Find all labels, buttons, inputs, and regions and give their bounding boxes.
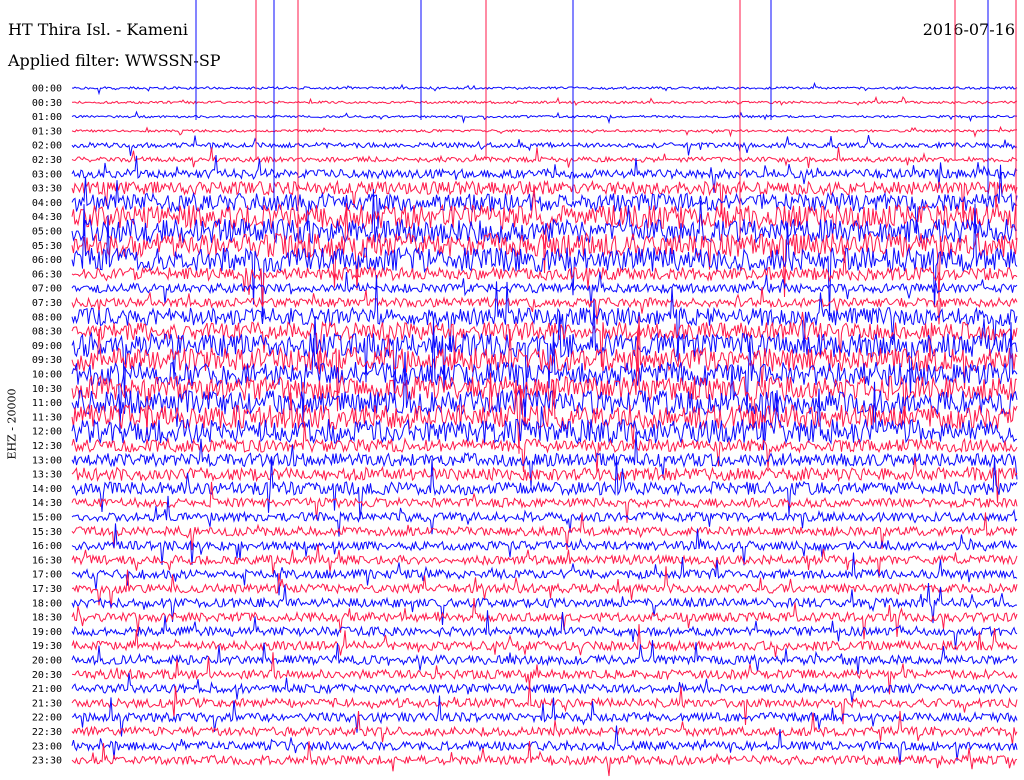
time-tick-label: 11:00 xyxy=(32,398,62,409)
time-tick-label: 05:30 xyxy=(32,241,62,252)
time-tick-label: 02:00 xyxy=(32,141,62,152)
time-tick-label: 06:30 xyxy=(32,269,62,280)
seismic-trace-line xyxy=(71,287,1018,325)
time-tick-label: 18:30 xyxy=(32,613,62,624)
seismic-trace-line xyxy=(72,95,1018,106)
time-tick-label: 02:30 xyxy=(32,155,62,166)
time-tick-label: 10:30 xyxy=(32,384,62,395)
time-tick-label: 03:30 xyxy=(32,184,62,195)
seismic-trace-line xyxy=(71,81,1018,96)
time-tick-label: 01:00 xyxy=(32,112,62,123)
time-tick-label: 22:00 xyxy=(32,713,62,724)
time-tick-label: 21:00 xyxy=(32,684,62,695)
seismic-trace-line xyxy=(71,457,1018,503)
time-tick-label: 10:00 xyxy=(32,370,62,381)
time-tick-label: 16:00 xyxy=(32,541,62,552)
time-tick-label: 13:30 xyxy=(32,470,62,481)
time-tick-label: 14:30 xyxy=(32,498,62,509)
time-tick-label: 07:00 xyxy=(32,284,62,295)
time-tick-label: 20:30 xyxy=(32,670,62,681)
seismic-trace-line xyxy=(71,582,1018,626)
seismic-trace-line xyxy=(71,125,1018,138)
time-tick-label: 14:00 xyxy=(32,484,62,495)
time-tick-label: 20:00 xyxy=(32,656,62,667)
time-tick-label: 17:30 xyxy=(32,584,62,595)
time-tick-label: 05:00 xyxy=(32,227,62,238)
time-tick-label: 21:30 xyxy=(32,698,62,709)
time-tick-label: 08:30 xyxy=(32,327,62,338)
time-tick-label: 12:00 xyxy=(32,427,62,438)
time-tick-labels: 00:00 00:30 01:00 01:30 02:00 02:30 03:00 03:30… xyxy=(32,84,62,767)
time-tick-label: 04:30 xyxy=(32,212,62,223)
time-tick-label: 16:30 xyxy=(32,555,62,566)
time-tick-label: 22:30 xyxy=(32,727,62,738)
time-tick-label: 08:00 xyxy=(32,312,62,323)
time-tick-label: 09:30 xyxy=(32,355,62,366)
seismic-trace-line xyxy=(71,147,1018,168)
time-tick-label: 19:30 xyxy=(32,641,62,652)
seismic-trace-line xyxy=(71,134,1018,156)
time-tick-label: 07:30 xyxy=(32,298,62,309)
time-tick-label: 04:00 xyxy=(32,198,62,209)
seismic-trace-line xyxy=(71,640,1018,674)
time-tick-label: 15:00 xyxy=(32,513,62,524)
time-tick-label: 03:00 xyxy=(32,169,62,180)
time-tick-label: 11:30 xyxy=(32,412,62,423)
seismic-trace-line xyxy=(71,164,1018,234)
time-tick-label: 00:00 xyxy=(32,84,62,95)
time-tick-label: 00:30 xyxy=(32,98,62,109)
time-tick-label: 15:30 xyxy=(32,527,62,538)
time-tick-label: 06:00 xyxy=(32,255,62,266)
seismic-traces xyxy=(71,0,1018,777)
time-tick-label: 23:00 xyxy=(32,741,62,752)
seismogram-plot: 00:00 00:30 01:00 01:30 02:00 02:30 03:00 03:30… xyxy=(32,0,1018,777)
time-tick-label: 19:00 xyxy=(32,627,62,638)
time-tick-label: 23:30 xyxy=(32,756,62,767)
time-tick-label: 17:00 xyxy=(32,570,62,581)
time-tick-label: 01:30 xyxy=(32,126,62,137)
time-tick-label: 13:00 xyxy=(32,455,62,466)
seismic-trace-line xyxy=(71,110,1017,125)
time-tick-label: 18:00 xyxy=(32,598,62,609)
time-tick-label: 12:30 xyxy=(32,441,62,452)
time-tick-label: 09:00 xyxy=(32,341,62,352)
